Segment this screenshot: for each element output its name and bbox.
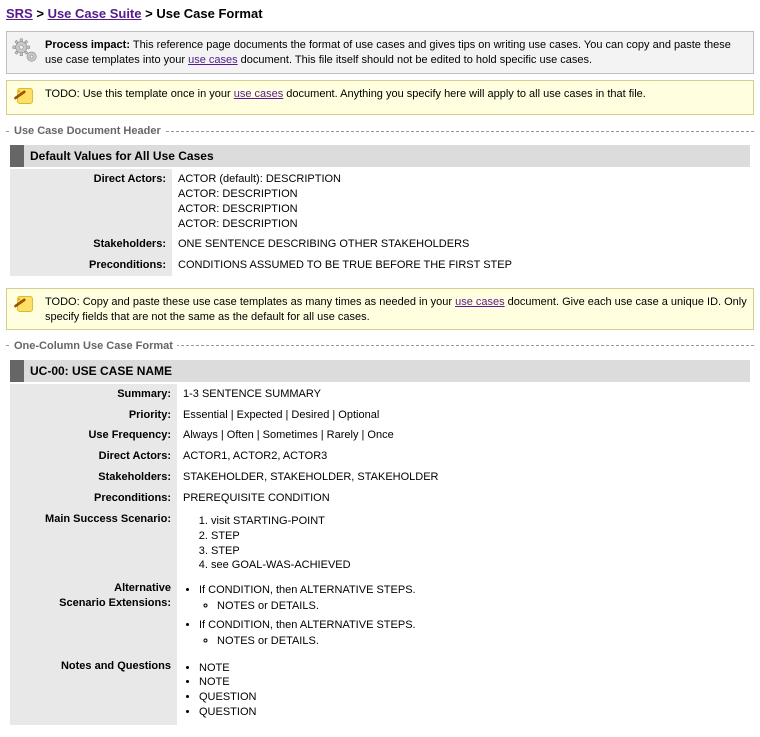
row-value: PREREQUISITE CONDITION [177, 488, 750, 509]
row-label: Stakeholders: [10, 467, 177, 488]
gear-icon [11, 36, 41, 69]
todo-panel-1: TODO: Use this template once in your use… [6, 80, 754, 115]
row-value: Always | Often | Sometimes | Rarely | On… [177, 425, 750, 446]
row-value: CONDITIONS ASSUMED TO BE TRUE BEFORE THE… [172, 255, 750, 276]
process-impact-text: Process impact: This reference page docu… [45, 36, 747, 68]
row-value: 1-3 SENTENCE SUMMARY [177, 384, 750, 405]
row-label: Direct Actors: [10, 169, 172, 234]
todo-1-text: TODO: Use this template once in your use… [45, 85, 747, 102]
row-label: Stakeholders: [10, 234, 172, 255]
row-value: ACTOR (default): DESCRIPTION ACTOR: DESC… [172, 169, 750, 234]
block-title: UC-00: USE CASE NAME [10, 360, 750, 382]
row-label: Notes and Questions [10, 656, 177, 725]
row-value: NOTENOTEQUESTIONQUESTION [177, 656, 750, 725]
one-column-format-section: One-Column Use Case Format UC-00: USE CA… [6, 340, 754, 731]
alt-note: NOTES or DETAILS. [217, 634, 744, 649]
block-title: Default Values for All Use Cases [10, 145, 750, 167]
step-item: STEP [211, 544, 744, 559]
row-label: Main Success Scenario: [10, 509, 177, 578]
use-case-document-header-section: Use Case Document Header Default Values … [6, 125, 754, 282]
breadcrumb: SRS > Use Case Suite > Use Case Format [6, 6, 754, 21]
todo-2-text: TODO: Copy and paste these use case temp… [45, 293, 747, 325]
step-item: STEP [211, 529, 744, 544]
note-item: NOTE [199, 661, 744, 676]
alt-note: NOTES or DETAILS. [217, 599, 744, 614]
row-label: Preconditions: [10, 488, 177, 509]
row-label: Direct Actors: [10, 446, 177, 467]
main-scenario-steps: visit STARTING-POINTSTEPSTEPsee GOAL-WAS… [183, 514, 744, 573]
section-legend: One-Column Use Case Format [10, 340, 177, 352]
use-cases-link[interactable]: use cases [455, 296, 505, 308]
row-value: If CONDITION, then ALTERNATIVE STEPS.NOT… [177, 578, 750, 655]
step-item: see GOAL-WAS-ACHIEVED [211, 558, 744, 573]
breadcrumb-link-srs[interactable]: SRS [6, 6, 33, 21]
row-label: Alternative Scenario Extensions: [10, 578, 177, 655]
default-values-table: Direct Actors: ACTOR (default): DESCRIPT… [10, 169, 750, 276]
note-item: NOTE [199, 675, 744, 690]
process-impact-panel: Process impact: This reference page docu… [6, 31, 754, 74]
use-case-table: Summary: 1-3 SENTENCE SUMMARY Priority: … [10, 384, 750, 725]
step-item: visit STARTING-POINT [211, 514, 744, 529]
row-label: Priority: [10, 405, 177, 426]
notes-questions-list: NOTENOTEQUESTIONQUESTION [183, 661, 744, 720]
note-icon [11, 293, 41, 318]
note-icon [11, 85, 41, 110]
note-item: QUESTION [199, 705, 744, 720]
todo-panel-2: TODO: Copy and paste these use case temp… [6, 288, 754, 330]
alt-item: If CONDITION, then ALTERNATIVE STEPS.NOT… [199, 618, 744, 649]
row-label: Summary: [10, 384, 177, 405]
section-legend: Use Case Document Header [10, 125, 165, 137]
row-value: visit STARTING-POINTSTEPSTEPsee GOAL-WAS… [177, 509, 750, 578]
note-item: QUESTION [199, 690, 744, 705]
breadcrumb-link-suite[interactable]: Use Case Suite [48, 6, 142, 21]
row-value: STAKEHOLDER, STAKEHOLDER, STAKEHOLDER [177, 467, 750, 488]
row-label: Use Frequency: [10, 425, 177, 446]
breadcrumb-current: Use Case Format [156, 6, 262, 21]
row-value: ACTOR1, ACTOR2, ACTOR3 [177, 446, 750, 467]
row-value: ONE SENTENCE DESCRIBING OTHER STAKEHOLDE… [172, 234, 750, 255]
use-cases-link[interactable]: use cases [234, 88, 284, 100]
alt-item: If CONDITION, then ALTERNATIVE STEPS.NOT… [199, 583, 744, 614]
row-value: Essential | Expected | Desired | Optiona… [177, 405, 750, 426]
alt-extensions-list: If CONDITION, then ALTERNATIVE STEPS.NOT… [183, 583, 744, 648]
use-cases-link[interactable]: use cases [188, 54, 238, 66]
row-label: Preconditions: [10, 255, 172, 276]
